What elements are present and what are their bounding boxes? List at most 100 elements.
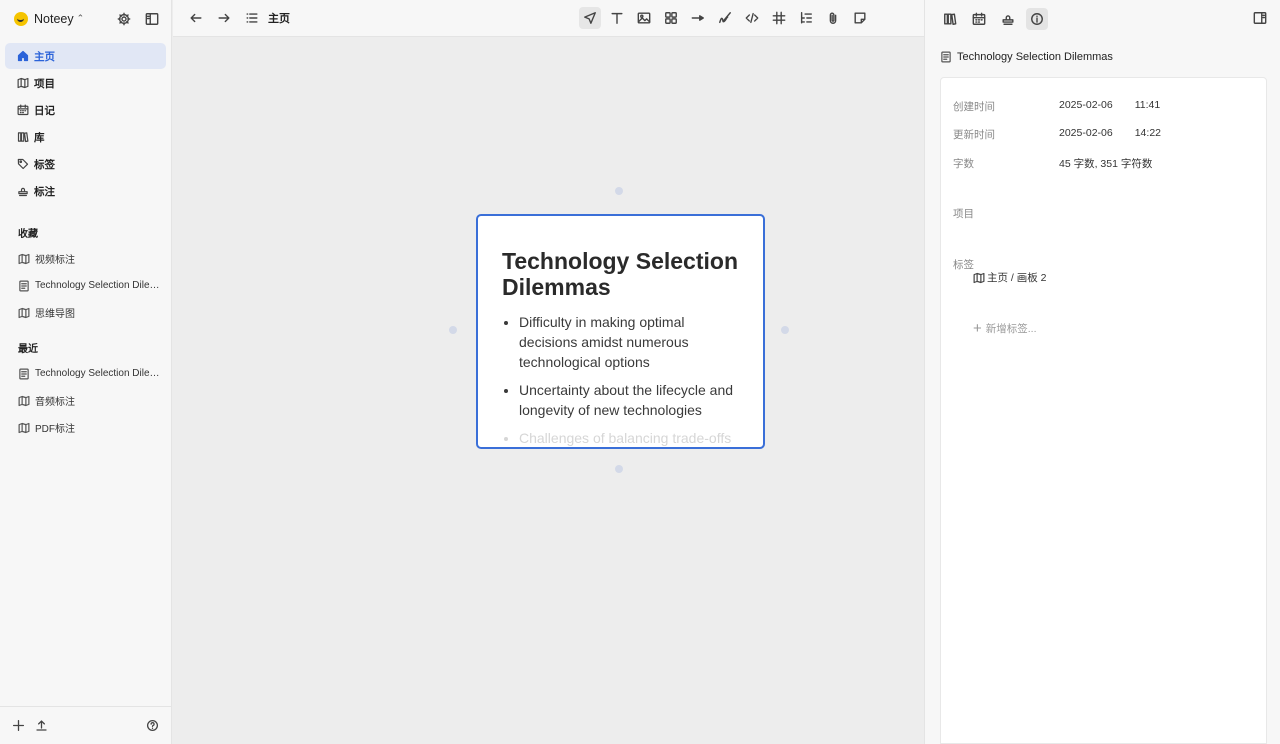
pen-tool-icon [719,12,731,24]
tab-library[interactable] [939,8,961,30]
sidebar-item-label: 标注 [34,185,55,198]
code-tool-icon [745,12,759,24]
favorite-item-label: 视频标注 [35,255,75,266]
connector-handle-bottom[interactable] [615,465,623,473]
right-panel-toolbar [924,0,1280,37]
recent-item[interactable]: Technology Selection Dilemmas [5,360,166,387]
card-bullet-list: Difficulty in making optimal decisions a… [502,312,739,447]
metadata-card: 创建时间 2025-02-06 11:41 更新时间 2025-02-06 14… [940,77,1267,744]
right-panel-toggle-icon[interactable] [1253,11,1267,25]
project-path[interactable]: 主页 / 画板 2 [973,270,1047,285]
recent-item[interactable]: PDF标注 [5,414,166,441]
card-bullet: Uncertainty about the lifecycle and long… [519,380,739,420]
map-icon [18,422,30,433]
image-tool[interactable] [633,7,655,29]
arrow-tool[interactable] [687,7,709,29]
recent-heading: 最近 [18,344,38,355]
chevron-updown-icon[interactable]: ⌃ [77,13,85,24]
favorite-item[interactable]: 思维导图 [5,299,166,326]
created-label: 创建时间 [953,101,995,113]
sidebar-item-tags[interactable]: 标签 [5,151,166,177]
updated-date: 2025-02-06 [1059,127,1113,139]
plus-icon: + [973,319,982,337]
map-icon [17,77,29,89]
sidebar-item-journal[interactable]: 日记 [5,97,166,123]
panel-doc-title: Technology Selection Dilemmas [925,37,1280,77]
tags-label: 标签 [953,259,974,271]
help-icon[interactable] [146,719,159,732]
sidebar-item-label: 日记 [34,104,55,117]
tag-icon [17,158,29,170]
grid-tool[interactable] [768,7,790,29]
attachment-tool-icon [829,12,837,24]
stamp-icon [1002,14,1014,25]
arrow-tool-icon [691,15,704,21]
word-count-value: 45 字数, 351 字符数 [1059,158,1153,170]
project-path-text: 主页 / 画板 2 [987,272,1047,284]
workspace-switcher[interactable]: Noteey [34,12,74,26]
library-icon [944,12,957,25]
app-logo-icon [14,11,28,26]
select-tool[interactable] [579,7,601,29]
sidebar-footer [0,706,171,744]
map-icon [18,253,30,264]
attachment-tool[interactable] [822,7,844,29]
card-bullet: Difficulty in making optimal decisions a… [519,312,739,372]
whiteboard-canvas[interactable]: Technology Selection Dilemmas Difficulty… [173,37,924,744]
connector-handle-right[interactable] [781,326,789,334]
map-icon [18,395,30,406]
library-icon [17,132,29,143]
document-icon [19,368,29,379]
shapes-tool[interactable] [660,7,682,29]
stamp-icon [18,187,28,197]
sidebar-header: Noteey ⌃ [0,0,171,37]
updated-time: 14:22 [1134,127,1161,139]
sidebar-item-label: 库 [34,131,45,144]
favorites-heading: 收藏 [18,229,38,240]
card-title: Technology Selection Dilemmas [502,248,738,300]
project-label: 项目 [953,208,974,220]
sidebar-item-projects[interactable]: 项目 [5,70,166,96]
doc-title-text: Technology Selection Dilemmas [957,51,1113,63]
updated-label: 更新时间 [953,129,995,141]
image-tool-icon [637,12,651,24]
forward-arrow-icon[interactable] [217,11,231,25]
text-tool-icon [611,12,623,24]
sidebar-item-label: 项目 [34,77,55,90]
recent-item-label: PDF标注 [35,424,75,435]
sidebar-item-annotations[interactable]: 标注 [5,178,166,204]
add-tag-label: 新增标签... [985,323,1037,335]
add-icon[interactable] [12,719,25,732]
favorite-item[interactable]: Technology Selection Dilemmas [5,272,166,299]
sidebar-item-label: 主页 [34,50,55,63]
connector-handle-top[interactable] [615,187,623,195]
breadcrumb[interactable]: 主页 [268,10,290,26]
sidebar-nav: 主页 项目 日记 库 标签 标注 [0,43,171,204]
calendar-icon [17,104,29,116]
upload-icon[interactable] [35,719,48,732]
code-tool[interactable] [741,7,763,29]
map-icon [973,272,985,283]
canvas-tools [579,7,871,29]
recent-item[interactable]: 音频标注 [5,387,166,414]
text-tool[interactable] [606,7,628,29]
sidebar-item-home[interactable]: 主页 [5,43,166,69]
add-tag-button[interactable]: + 新增标签... [973,321,1037,336]
grid-tool-icon [772,11,786,25]
tab-annotations[interactable] [997,8,1019,30]
word-count-label: 字数 [953,158,974,170]
sidebar-toggle-icon[interactable] [145,12,159,26]
created-date: 2025-02-06 [1059,99,1113,111]
outline-list-icon[interactable] [245,11,259,25]
back-arrow-icon[interactable] [189,11,203,25]
favorite-item[interactable]: 视频标注 [5,245,166,272]
settings-gear-icon[interactable] [117,12,131,26]
connector-handle-left[interactable] [449,326,457,334]
pen-tool[interactable] [714,7,736,29]
tab-info[interactable] [1026,7,1048,30]
document-card[interactable]: Technology Selection Dilemmas Difficulty… [476,214,765,449]
sidebar-item-library[interactable]: 库 [5,124,166,150]
sticky-note-tool[interactable] [849,7,871,29]
list-tool[interactable] [795,7,817,29]
tab-calendar[interactable] [968,8,990,30]
